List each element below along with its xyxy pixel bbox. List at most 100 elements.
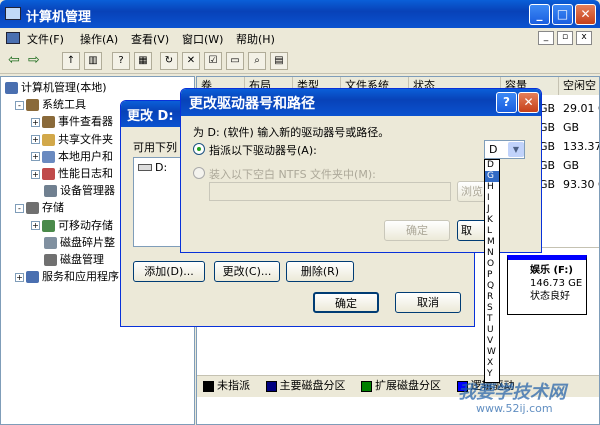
back-icon[interactable]: ⇦ bbox=[8, 52, 20, 68]
capacity-cell: GB bbox=[539, 102, 556, 115]
drive-letter-option[interactable]: G bbox=[485, 171, 499, 182]
open-folder-icon[interactable]: ▭ bbox=[226, 52, 244, 70]
drive-letter-option[interactable]: P bbox=[485, 270, 499, 281]
properties-icon[interactable]: ? bbox=[112, 52, 130, 70]
radio-assign-letter[interactable] bbox=[193, 143, 205, 155]
menu-window[interactable]: 窗口(W) bbox=[182, 31, 223, 47]
tree-node-icon bbox=[42, 133, 55, 146]
path-list-item[interactable]: D: bbox=[155, 161, 167, 174]
tree-item[interactable]: + 可移动存储 bbox=[31, 217, 113, 234]
drive-letter-option[interactable]: Q bbox=[485, 281, 499, 292]
expand-toggle-icon[interactable]: + bbox=[31, 152, 40, 162]
show-hide-tree-icon[interactable]: ▥ bbox=[84, 52, 102, 70]
change-button[interactable]: 更改(C)... bbox=[214, 261, 280, 282]
tree-item-label: 系统工具 bbox=[42, 98, 86, 112]
tree-item[interactable]: 磁盘碎片整 bbox=[31, 234, 115, 251]
tree-item-label: 共享文件夹 bbox=[58, 132, 113, 146]
expand-toggle-icon[interactable]: + bbox=[31, 221, 40, 231]
browse-button[interactable]: 浏览 bbox=[457, 181, 487, 202]
tree-node-icon bbox=[26, 202, 39, 215]
legend-swatch-primary bbox=[265, 380, 277, 392]
menu-action[interactable]: 操作(A) bbox=[80, 31, 118, 47]
tree-item[interactable]: + 事件查看器 bbox=[31, 113, 113, 130]
radio-mount-folder[interactable] bbox=[193, 167, 205, 179]
drive-letter-select[interactable]: D ▼ bbox=[484, 140, 525, 159]
radio-assign-label[interactable]: 指派以下驱动器号(A): bbox=[209, 142, 317, 158]
selected-letter: D bbox=[489, 143, 498, 156]
help-button[interactable]: ? bbox=[496, 92, 517, 113]
drive-letter-option[interactable]: L bbox=[485, 226, 499, 237]
refresh-icon[interactable]: ↻ bbox=[160, 52, 178, 70]
tree-item[interactable]: + 性能日志和 bbox=[31, 165, 113, 182]
tree-item-label: 事件查看器 bbox=[58, 115, 113, 129]
expand-toggle-icon[interactable]: + bbox=[31, 135, 40, 145]
ok-button[interactable]: 确定 bbox=[313, 292, 379, 313]
legend-primary: 主要磁盘分区 bbox=[279, 379, 346, 392]
tree-item[interactable]: + 本地用户和 bbox=[31, 148, 113, 165]
menu-view[interactable]: 查看(V) bbox=[131, 31, 169, 47]
disk-icon[interactable]: ▤ bbox=[270, 52, 288, 70]
inner-close-button[interactable]: x bbox=[576, 31, 592, 45]
tree-item[interactable]: 设备管理器 bbox=[31, 182, 115, 199]
drive-letter-option[interactable]: M bbox=[485, 237, 499, 248]
search-icon[interactable]: ⌕ bbox=[248, 52, 266, 70]
maximize-button[interactable]: □ bbox=[552, 4, 573, 25]
col-free-space[interactable]: 空闲空 bbox=[559, 77, 599, 95]
expand-toggle-icon[interactable]: - bbox=[15, 100, 24, 110]
expand-toggle-icon[interactable]: + bbox=[31, 169, 40, 179]
drive-letter-option[interactable]: H bbox=[485, 182, 499, 193]
radio-mount-label[interactable]: 装入以下空白 NTFS 文件夹中(M): bbox=[209, 166, 376, 182]
forward-icon[interactable]: ⇨ bbox=[28, 52, 40, 68]
drive-letter-option[interactable]: X bbox=[485, 358, 499, 369]
minimize-button[interactable]: _ bbox=[529, 4, 550, 25]
legend-unallocated: 未指派 bbox=[217, 379, 250, 392]
properties-page-icon[interactable]: ☑ bbox=[204, 52, 222, 70]
tree-item[interactable]: - 系统工具 bbox=[15, 96, 86, 113]
letter-cancel-button[interactable]: 取 bbox=[457, 220, 487, 241]
drive-letter-option[interactable]: O bbox=[485, 259, 499, 270]
drive-letter-option[interactable]: U bbox=[485, 325, 499, 336]
drive-letter-option[interactable]: S bbox=[485, 303, 499, 314]
drive-letter-option[interactable]: R bbox=[485, 292, 499, 303]
help-icon[interactable]: ▦ bbox=[134, 52, 152, 70]
drive-letter-option[interactable]: I bbox=[485, 193, 499, 204]
chevron-down-icon[interactable]: ▼ bbox=[508, 142, 524, 157]
inner-restore-button[interactable]: ▫ bbox=[557, 31, 573, 45]
disk-block-name: 娱乐 (F:) bbox=[530, 265, 573, 276]
tree-item[interactable]: + 共享文件夹 bbox=[31, 131, 113, 148]
drive-letter-option[interactable]: J bbox=[485, 204, 499, 215]
expand-toggle-icon[interactable]: + bbox=[31, 117, 40, 127]
tree-node-icon bbox=[26, 99, 39, 112]
disk-block-entertainment[interactable]: 娱乐 (F:) 146.73 GE 状态良好 bbox=[507, 255, 587, 315]
free-space-column-values: 29.01 G GB 133.37 GB 93.30 G bbox=[563, 99, 599, 194]
drive-letter-option[interactable]: N bbox=[485, 248, 499, 259]
drive-letter-option[interactable]: K bbox=[485, 215, 499, 226]
drive-letter-option[interactable]: D bbox=[485, 160, 499, 171]
menu-file[interactable]: 文件(F) bbox=[27, 31, 64, 47]
tree-item[interactable]: 磁盘管理 bbox=[31, 251, 104, 268]
legend-swatch-extended bbox=[361, 380, 372, 392]
tree-node-icon bbox=[26, 271, 39, 284]
close-button[interactable]: ✕ bbox=[575, 4, 596, 25]
tree-item[interactable]: + 服务和应用程序 bbox=[15, 268, 119, 285]
expand-toggle-icon[interactable]: + bbox=[15, 272, 24, 282]
drive-letter-option[interactable]: V bbox=[485, 336, 499, 347]
dialog-description: 为 D: (软件) 输入新的驱动器号或路径。 bbox=[193, 126, 390, 139]
add-button[interactable]: 添加(D)... bbox=[133, 261, 205, 282]
letter-dialog-close-button[interactable]: ✕ bbox=[518, 92, 539, 113]
drive-letter-option[interactable]: W bbox=[485, 347, 499, 358]
delete-icon[interactable]: ✕ bbox=[182, 52, 200, 70]
up-folder-icon[interactable]: ↑ bbox=[62, 52, 80, 70]
radio-dot bbox=[197, 147, 201, 151]
drive-letter-option[interactable]: T bbox=[485, 314, 499, 325]
inner-minimize-button[interactable]: _ bbox=[538, 31, 554, 45]
menu-help[interactable]: 帮助(H) bbox=[236, 31, 275, 47]
folder-path-input[interactable] bbox=[209, 182, 451, 201]
tree-item[interactable]: 计算机管理(本地) bbox=[5, 79, 107, 96]
tree-node-icon bbox=[42, 150, 55, 163]
expand-toggle-icon[interactable]: - bbox=[15, 203, 24, 213]
letter-ok-button[interactable]: 确定 bbox=[384, 220, 450, 241]
tree-item[interactable]: - 存储 bbox=[15, 199, 64, 216]
remove-button[interactable]: 删除(R) bbox=[286, 261, 354, 282]
cancel-button[interactable]: 取消 bbox=[395, 292, 461, 313]
